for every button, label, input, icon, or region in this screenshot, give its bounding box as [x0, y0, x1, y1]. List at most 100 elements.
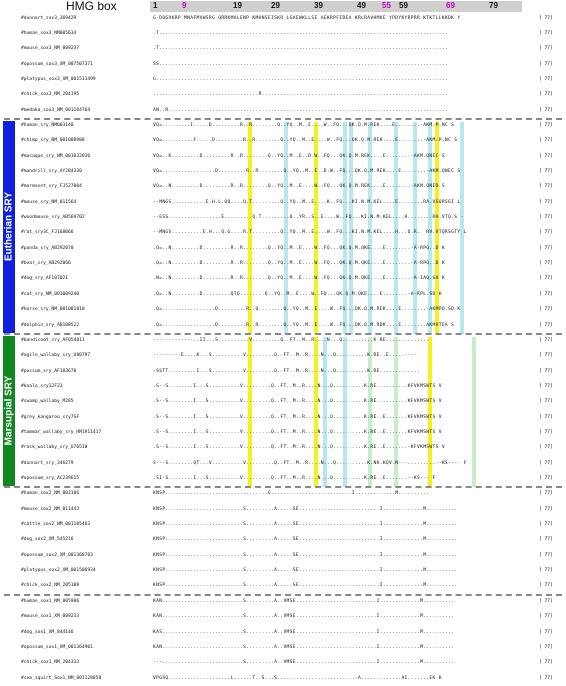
sequence-residues: S---S........QT...V..........V.........Q…: [153, 460, 467, 466]
sequence-name: #dunnart_sry_346279: [21, 460, 74, 466]
alignment-row: #dog_sox2_XM_545216 KNSP.................…: [0, 535, 566, 545]
sequence-residues: .Q=.................D.........R..R......…: [153, 322, 455, 328]
sequence-residues: KNSP.........................S.........A…: [153, 506, 458, 512]
sequence-residues: SS......................................…: [153, 61, 449, 67]
group-separator-line: [4, 593, 562, 596]
sequence-name: #human_sox2_NM_003106: [21, 491, 80, 497]
sequence-residues: .Q=..N.........D.........QTQ........Q..Y…: [153, 291, 442, 297]
sequence-name: #opossum_sry_AC239615: [21, 476, 80, 481]
sequence-name: #rock_wallaby_sry_U76518: [21, 445, 88, 451]
alignment-row: #opossum_sox2_XM_001368783 KNSP..........…: [0, 551, 566, 561]
sequence-length: [ 77]: [539, 245, 553, 251]
alignment-row: #dolphin_sry_AB108522 .Q=................…: [0, 321, 566, 331]
sequence-length: [ 77]: [539, 353, 553, 359]
sequence-name: #platypus_sox3_XM_001511499: [21, 76, 96, 82]
hmg-tick-label: 19: [233, 1, 242, 10]
sequence-length: [ 77]: [539, 15, 553, 21]
sequence-name: #dog_sox2_XM_545216: [21, 537, 74, 543]
sequence-residues: --MNGS...........E.H.L.QQ....Q.T........…: [153, 199, 461, 205]
alignment-row: #bandicoot_sry_AF054811 -------------..II…: [0, 336, 566, 346]
alignment-row: #mandrill_sry_AY284330 VQ=...............…: [0, 167, 566, 177]
sequence-length: [ 77]: [539, 276, 553, 282]
sequence-length: [ 77]: [539, 476, 553, 481]
sequence-residues: G-DQGVKRP MNAFMVWSRG QRRKMALENP KMHNSEIS…: [153, 15, 461, 21]
alignment-row: #marmoset_sry_FJ527004 VQ=..N.........D..…: [0, 182, 566, 192]
sequence-name: #mouse_sox1_XM_009233: [21, 614, 80, 620]
sequence-residues: VQ=..........F.....D.........R..R.......…: [153, 138, 458, 144]
sequence-length: [ 77]: [539, 337, 553, 343]
sequence-length: [ 77]: [539, 552, 553, 558]
sequence-length: [ 77]: [539, 307, 553, 313]
sequence-residues: .Q=..N.........D.........R..R........Q..…: [153, 261, 445, 267]
sequence-residues: KAN..........................S.........A…: [153, 644, 455, 650]
sequence-length: [ 77]: [539, 107, 553, 113]
marsupial-sry-label: Marsupial SRY: [3, 375, 15, 446]
sequence-name: #woodmouse_sry_AB569702: [21, 215, 85, 221]
sequence-length: [ 77]: [539, 460, 553, 466]
sequence-length: [ 77]: [539, 30, 553, 36]
alignment-row: #rat_sry3C_FJ168066 --MNGS..........E.H..…: [0, 228, 566, 238]
sequence-name: #dog_sry_AF107021: [21, 276, 69, 282]
group-separator-line: [4, 332, 562, 335]
group-separator-line: [4, 486, 562, 489]
alignment-row: #agile_wallaby_sry_U80797 ---------E....K…: [0, 351, 566, 361]
sequence-residues: KNSP.................................G..…: [153, 491, 430, 497]
sequence-name: #possum_sry_AF103678: [21, 368, 77, 374]
hmg-tick-label: 69: [446, 1, 455, 10]
sequence-name: #mouse_sox2_NM_011443: [21, 506, 80, 512]
sequence-name: #bear_sry_AB292066: [21, 261, 71, 267]
sequence-name: #mandrill_sry_AY284330: [21, 169, 82, 174]
sequence-residues: VQ=..K.........D.........R..R........Q..…: [153, 153, 445, 159]
sequence-length: [ 77]: [539, 522, 553, 528]
hmg-tick-label: 79: [489, 1, 498, 10]
alignment-row: #tammar_wallaby_sry_HM1911417 .S--S......…: [0, 428, 566, 438]
sequence-length: [ 77]: [539, 614, 553, 620]
alignment-row: #opossum_sry_AC239615 .SI-S........I...S.…: [0, 474, 566, 484]
alignment-row: #chick_sox2_NM_205188 KNSP...............…: [0, 581, 566, 591]
alignment-row: #cat_sry_NM_001009240 .Q=..N.........D...…: [0, 290, 566, 300]
sequence-length: [ 77]: [539, 46, 553, 52]
alignment-row: #sea_squirt_Sox1_NM_001128858 VPGSQ......…: [0, 674, 566, 684]
sequence-name: #medaka_sox3_NM_001104764: [21, 107, 91, 113]
sequence-residues: .S--S........I...S..........V.........Q.…: [153, 445, 445, 451]
alignment-row: #possum_sry_AF103678 -SSTT.........I...S.…: [0, 367, 566, 377]
sequence-length: [ 77]: [539, 61, 553, 67]
sequence-residues: ---..........................S.........A…: [153, 660, 455, 666]
sequence-length: [ 77]: [539, 184, 553, 190]
alignment-row: #mouse_sox3_NM_009237 .T.................…: [0, 44, 566, 54]
sequence-residues: .S--S........I...S..........V.........Q.…: [153, 414, 442, 420]
sequence-residues: -------------..II...S..........V........…: [153, 337, 430, 343]
sequence-name: #panda_sry_AB292070: [21, 245, 74, 251]
sequence-alignment-figure: HMG box 1 9 19 29 39 49 55 59 69 79 #dunnart_sox3…: [0, 0, 566, 686]
alignment-row: #cattle_sox2_NM_001105463 KNSP...........…: [0, 520, 566, 530]
sequence-name: #mouse_sox3_NM_009237: [21, 46, 80, 52]
sequence-residues: ---------E....K...S..........V.........Q…: [153, 353, 417, 359]
sequence-name: #human_sox3_NM005634: [21, 30, 77, 36]
eutherian-sry-group-label: Eutherian SRY: [3, 120, 15, 333]
hmg-box-bar: [150, 1, 522, 12]
sequence-length: [ 77]: [539, 261, 553, 267]
sequence-name: #rat_sry3C_FJ168066: [21, 230, 74, 236]
sequence-length: [ 77]: [539, 138, 553, 144]
alignment-row: #human_sry_NM003140 VQ=.........I.....D..…: [0, 121, 566, 131]
alignment-row: #human_sox2_NM_003106 KNSP...............…: [0, 489, 566, 499]
marsupial-sry-group-label: Marsupial SRY: [3, 335, 15, 487]
sequence-residues: .T......................................…: [153, 30, 449, 36]
alignment-row: #grey_kangaroo_sry7SF .S--S........I...S.…: [0, 413, 566, 423]
sequence-length: [ 77]: [539, 153, 553, 159]
sequence-residues: VPGSQ....................L......T..S...S…: [153, 675, 442, 681]
sequence-name: #tammar_wallaby_sry_HM1911417: [21, 429, 102, 435]
sequence-residues: KNSP.........................S.........A…: [153, 537, 458, 543]
sequence-length: [ 77]: [539, 414, 553, 420]
hmg-tick-label: 39: [314, 1, 323, 10]
alignment-row: #horse_sry_NM_001081810 .Q=..............…: [0, 305, 566, 315]
alignment-row: #macaque_sry_NM_001032836 VQ=..K.........…: [0, 152, 566, 162]
sequence-residues: VQ=.................D.........R..R......…: [153, 169, 461, 174]
sequence-residues: KNSP.........................S.........A…: [153, 522, 458, 528]
sequence-length: [ 77]: [539, 122, 553, 128]
sequence-residues: .N=..N.........D.........R..R........Q..…: [153, 276, 445, 282]
sequence-residues: VQ=..N.........D.........R..R........Q..…: [153, 184, 445, 190]
sequence-length: [ 77]: [539, 291, 553, 297]
sequence-name: #macaque_sry_NM_001032836: [21, 153, 91, 159]
sequence-residues: .SI-S........I...S..........V.........Q.…: [153, 476, 436, 481]
